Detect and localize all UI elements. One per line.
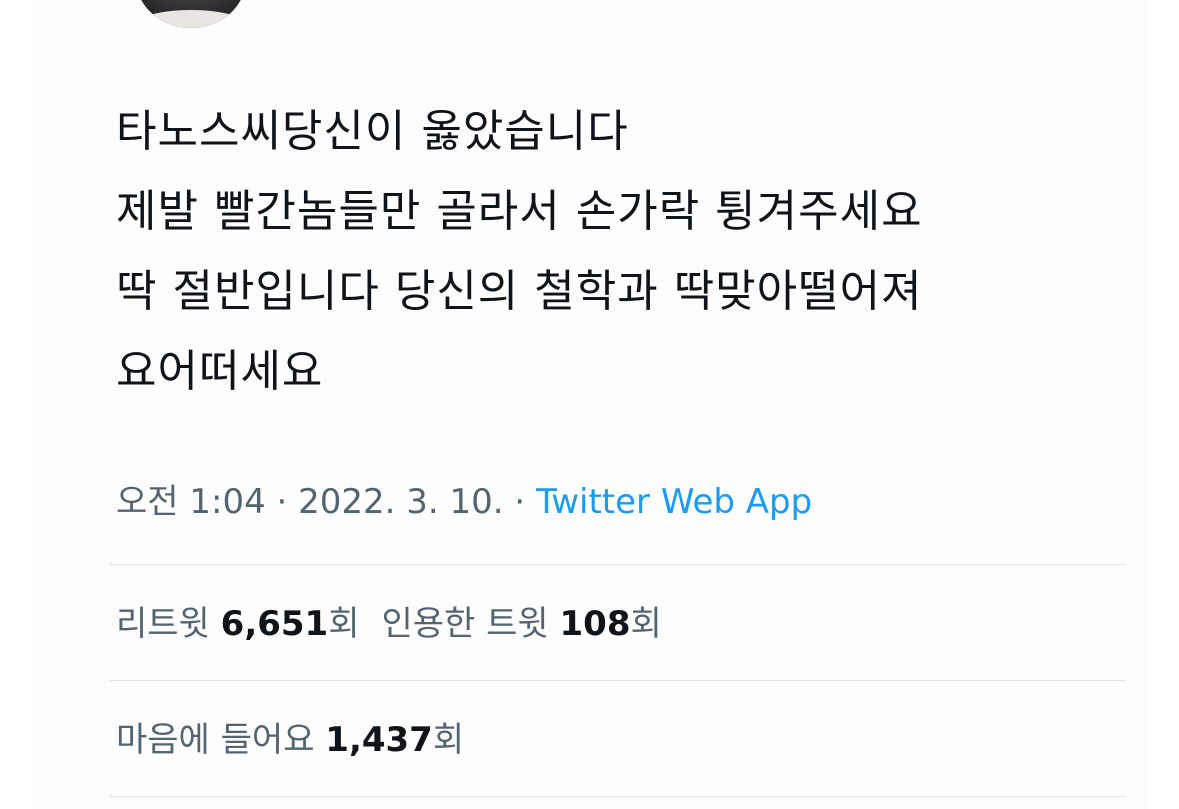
tweet-text-line: 제발 빨간놈들만 골라서 손가락 튕겨주세요: [116, 186, 923, 237]
divider: [110, 796, 1126, 797]
tweet-text: 타노스씨당신이 옳았습니다 제발 빨간놈들만 골라서 손가락 튕겨주세요 딱 절…: [116, 92, 1156, 412]
likes-stats-row: 마음에 들어요 1,437회: [116, 712, 464, 768]
divider: [110, 680, 1126, 681]
quotes-stat[interactable]: 인용한 트윗 108회: [381, 604, 661, 644]
retweets-count: 6,651: [220, 604, 329, 644]
likes-stat[interactable]: 마음에 들어요 1,437회: [116, 720, 464, 760]
retweet-stats-row: 리트윗 6,651회 인용한 트윗 108회: [116, 596, 662, 652]
tweet-date[interactable]: 2022. 3. 10.: [298, 482, 503, 522]
divider: [110, 564, 1126, 565]
tweet-source-link[interactable]: Twitter Web App: [536, 482, 812, 522]
meta-separator: ·: [503, 482, 537, 522]
quotes-label: 인용한 트윗: [381, 604, 560, 644]
tweet-time[interactable]: 오전 1:04: [116, 482, 266, 522]
avatar[interactable]: [136, 0, 246, 28]
tweet-card: 타노스씨당신이 옳았습니다 제발 빨간놈들만 골라서 손가락 튕겨주세요 딱 절…: [32, 0, 1148, 809]
retweets-label: 리트윗: [116, 604, 221, 644]
tweet-text-line: 딱 절반입니다 당신의 철학과 딱맞아떨어져: [116, 266, 923, 317]
retweets-stat[interactable]: 리트윗 6,651회: [116, 604, 359, 644]
meta-separator: ·: [265, 482, 299, 522]
quotes-suffix: 회: [630, 604, 662, 644]
quotes-count: 108: [559, 604, 631, 644]
likes-label: 마음에 들어요: [116, 720, 326, 760]
retweets-suffix: 회: [328, 604, 360, 644]
likes-suffix: 회: [432, 720, 465, 760]
tweet-text-line: 요어떠세요: [116, 346, 324, 397]
likes-count: 1,437: [325, 720, 433, 760]
tweet-meta: 오전 1:04 · 2022. 3. 10. · Twitter Web App: [116, 474, 812, 530]
tweet-text-line: 타노스씨당신이 옳았습니다: [116, 106, 629, 157]
